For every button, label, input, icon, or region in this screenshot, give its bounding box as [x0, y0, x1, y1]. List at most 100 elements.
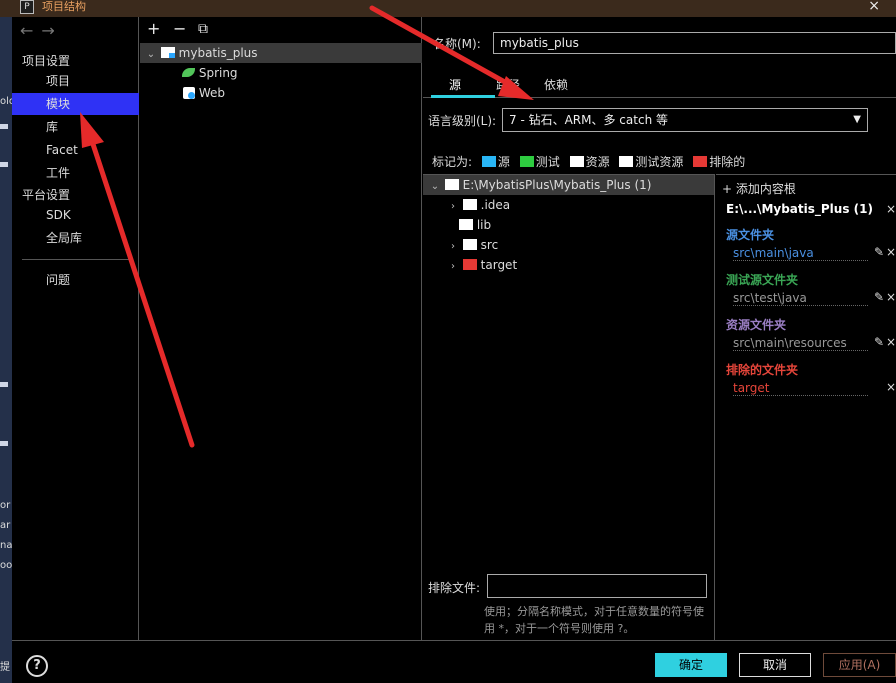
test-folder-icon — [519, 156, 534, 167]
module-row-mybatis-plus[interactable]: ⌄ mybatis_plus — [140, 43, 422, 63]
resources-folder-icon — [569, 156, 584, 167]
excluded-folders-heading: 排除的文件夹 — [726, 363, 799, 377]
source-folders-heading: 源文件夹 — [726, 228, 775, 242]
mark-as-test-resources-button[interactable]: 测试资源 — [619, 153, 683, 170]
facet-row-spring[interactable]: Spring — [182, 63, 238, 83]
tab-dependencies[interactable]: 依赖 — [544, 76, 568, 93]
chevron-right-icon[interactable]: › — [447, 237, 459, 257]
edge-block — [0, 441, 8, 446]
edge-text: or — [0, 500, 11, 511]
edit-icon[interactable]: ✎ — [874, 290, 884, 304]
tree-row-lib[interactable]: lib — [459, 215, 491, 235]
mark-as-excluded-button[interactable]: 排除的 — [693, 153, 745, 170]
nav-item-libraries[interactable]: 库 — [12, 116, 139, 138]
mark-as-sources-button[interactable]: 源 — [481, 153, 510, 170]
remove-folder-icon[interactable]: × — [886, 380, 896, 394]
spring-leaf-icon — [182, 68, 195, 77]
exclude-files-field[interactable] — [487, 574, 707, 598]
edge-text: oo — [0, 560, 13, 571]
edit-icon[interactable]: ✎ — [874, 335, 884, 349]
settings-nav: ←→ 项目设置 项目 模块 库 Facet 工件 平台设置 SDK 全局库 问题 — [12, 17, 139, 640]
module-details-panel: 名称(M): mybatis_plus 源 路径 依赖 语言级别(L): 7 -… — [423, 17, 896, 640]
folder-icon — [444, 179, 459, 190]
nav-item-facets[interactable]: Facet — [12, 139, 139, 161]
excluded-folder-icon — [462, 259, 477, 270]
remove-root-icon[interactable]: × — [886, 202, 896, 216]
module-tree-panel: + − ⧉ ⌄ mybatis_plus Spring Web — [140, 17, 422, 640]
tab-paths[interactable]: 路径 — [496, 76, 520, 93]
exclude-files-hint: 使用；分隔名称模式，对于任意数量的符号使用 *，对于一个符号则使用 ?。 — [484, 605, 704, 635]
ok-button[interactable]: 确定 — [655, 653, 727, 677]
chevron-right-icon[interactable]: › — [447, 257, 459, 277]
facet-row-web[interactable]: Web — [183, 83, 225, 103]
test-folder-path: src\test\java — [733, 291, 868, 306]
test-source-folders-heading: 测试源文件夹 — [726, 273, 799, 287]
nav-section-project-settings: 项目设置 — [22, 54, 71, 68]
content-roots-panel: + 添加内容根 E:\...\Mybatis_Plus (1) × 源文件夹 s… — [716, 174, 896, 640]
cancel-button[interactable]: 取消 — [739, 653, 811, 677]
source-folder-path: src\main\java — [733, 246, 868, 261]
nav-item-sdk[interactable]: SDK — [12, 204, 139, 226]
remove-icon[interactable]: − — [173, 21, 186, 37]
tree-label: target — [480, 258, 518, 272]
edge-text: na — [0, 540, 13, 551]
chevron-right-icon[interactable]: › — [447, 197, 459, 217]
apply-button[interactable]: 应用(A) — [823, 653, 896, 677]
excluded-folder-icon — [693, 156, 708, 167]
add-content-root-button[interactable]: + 添加内容根 — [722, 180, 796, 197]
close-icon[interactable]: × — [868, 0, 880, 14]
module-folder-icon — [160, 47, 175, 58]
forward-arrow-icon[interactable]: → — [41, 21, 62, 40]
tree-row-root[interactable]: ⌄ E:\MybatisPlus\Mybatis_Plus (1) — [423, 175, 714, 195]
folder-icon — [462, 199, 477, 210]
tree-row-target[interactable]: › target — [447, 255, 517, 275]
module-name-field[interactable]: mybatis_plus — [493, 32, 896, 54]
folder-icon — [459, 219, 473, 230]
project-structure-dialog: ←→ 项目设置 项目 模块 库 Facet 工件 平台设置 SDK 全局库 问题… — [12, 17, 896, 683]
edge-text: ar — [0, 520, 11, 531]
tree-row-src[interactable]: › src — [447, 235, 498, 255]
exclude-files-label: 排除文件: — [428, 581, 481, 595]
nav-item-global-libraries[interactable]: 全局库 — [12, 227, 139, 249]
tree-label: lib — [476, 218, 492, 232]
chevron-down-icon[interactable]: ⌄ — [145, 45, 157, 65]
nav-item-project[interactable]: 项目 — [12, 70, 139, 92]
mark-as-tests-button[interactable]: 测试 — [519, 153, 560, 170]
mark-as-toolbar: 标记为: 源 测试 资源 测试资源 排除的 — [432, 153, 745, 170]
nav-item-modules[interactable]: 模块 — [12, 93, 139, 115]
tree-label: .idea — [480, 198, 511, 212]
tree-label: E:\MybatisPlus\Mybatis_Plus (1) — [462, 178, 652, 192]
language-level-select[interactable]: 7 - 钻石、ARM、多 catch 等 ▼ — [502, 108, 868, 132]
web-facet-icon — [183, 87, 195, 99]
add-icon[interactable]: + — [147, 21, 160, 37]
nav-item-artifacts[interactable]: 工件 — [12, 162, 139, 184]
copy-icon[interactable]: ⧉ — [198, 21, 208, 37]
language-level-label: 语言级别(L): — [428, 114, 497, 128]
dialog-button-bar: ? 确定 取消 应用(A) — [12, 640, 896, 683]
folder-icon — [462, 239, 477, 250]
nav-divider — [22, 259, 130, 260]
tree-label: src — [480, 238, 499, 252]
nav-section-platform-settings: 平台设置 — [22, 188, 71, 202]
edge-block — [0, 162, 8, 167]
help-icon[interactable]: ? — [26, 655, 48, 677]
excluded-folder-path: target — [733, 381, 868, 396]
remove-folder-icon[interactable]: × — [886, 335, 896, 349]
nav-history: ←→ — [20, 21, 63, 40]
remove-folder-icon[interactable]: × — [886, 245, 896, 259]
back-arrow-icon[interactable]: ← — [20, 21, 41, 40]
plus-icon: + — [722, 182, 733, 196]
edit-icon[interactable]: ✎ — [874, 245, 884, 259]
title-bar: P 项目结构 × — [0, 0, 896, 17]
app-icon: P — [20, 0, 34, 14]
remove-folder-icon[interactable]: × — [886, 290, 896, 304]
nav-item-problems[interactable]: 问题 — [12, 269, 139, 291]
facet-name: Spring — [198, 66, 238, 80]
active-tab-indicator — [431, 95, 495, 98]
dropdown-caret-icon: ▼ — [853, 114, 861, 125]
tab-sources[interactable]: 源 — [449, 76, 461, 93]
chevron-down-icon[interactable]: ⌄ — [429, 177, 441, 197]
mark-as-resources-button[interactable]: 资源 — [569, 153, 610, 170]
tree-row-idea[interactable]: › .idea — [447, 195, 510, 215]
resource-folders-heading: 资源文件夹 — [726, 318, 787, 332]
